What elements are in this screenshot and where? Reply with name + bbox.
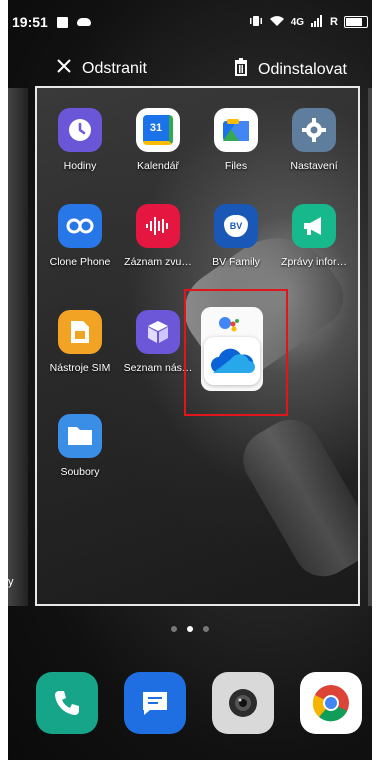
megaphone-icon — [292, 204, 336, 248]
calendar-date: 31 — [149, 122, 163, 134]
remove-label: Odstranit — [82, 59, 147, 77]
clock-icon — [58, 108, 102, 152]
messages-icon[interactable] — [124, 672, 186, 734]
wallpaper-golf-club-shaft — [232, 408, 358, 588]
page-dot[interactable] — [171, 626, 177, 632]
app-label: Soubory — [60, 466, 100, 478]
cloud-icon — [76, 18, 91, 26]
voice-recorder-icon — [136, 204, 180, 248]
app-voice-recorder[interactable]: Záznam zvu… — [120, 204, 196, 268]
page-indicator[interactable] — [0, 626, 380, 632]
app-files-folder[interactable]: Soubory — [42, 414, 118, 478]
previous-page-preview[interactable] — [8, 88, 28, 606]
uninstall-button[interactable]: Odinstalovat — [234, 58, 347, 81]
app-info-messages[interactable]: Zprávy infor… — [276, 204, 352, 268]
battery-icon — [344, 16, 368, 28]
app-files[interactable]: Files — [198, 108, 274, 172]
settings-icon — [292, 108, 336, 152]
dock — [36, 672, 362, 734]
app-label: Hodiny — [63, 160, 97, 172]
app-label: BV Family — [212, 256, 260, 268]
status-bar: 19:51 4G R — [12, 10, 368, 34]
home-screen-edit-mode: 19:51 4G R Odstranit Odinstalovat y Hodi… — [0, 0, 380, 760]
network-type: 4G — [290, 16, 305, 28]
app-label: Nástroje SIM — [49, 362, 111, 374]
app-clock[interactable]: Hodiny — [42, 108, 118, 172]
folder-icon — [58, 414, 102, 458]
app-settings[interactable]: Nastavení — [276, 108, 352, 172]
app-label: Zprávy infor… — [281, 256, 347, 268]
sim-toolkit-icon — [58, 310, 102, 354]
onedrive-icon — [204, 337, 260, 385]
cube-icon — [136, 310, 180, 354]
app-bv-family[interactable]: BV BV Family — [198, 204, 274, 268]
dragged-folder[interactable] — [201, 307, 263, 391]
bv-family-badge: BV — [229, 221, 243, 231]
uninstall-label: Odinstalovat — [258, 60, 347, 78]
google-assistant-icon — [219, 315, 241, 335]
files-icon — [214, 108, 258, 152]
app-sim-toolkit[interactable]: Nástroje SIM — [42, 310, 118, 374]
app-label: Záznam zvu… — [124, 256, 192, 268]
page-dot-active[interactable] — [187, 626, 193, 632]
app-label: Clone Phone — [49, 256, 111, 268]
phone-icon[interactable] — [36, 672, 98, 734]
edit-actions-bar: Odstranit Odinstalovat — [0, 58, 380, 86]
clock-time: 19:51 — [12, 14, 48, 30]
gallery-icon — [56, 16, 68, 28]
bv-family-icon: BV — [214, 204, 258, 248]
wifi-icon — [269, 15, 285, 30]
vibrate-icon — [249, 15, 263, 30]
chrome-icon[interactable] — [300, 672, 362, 734]
page-dot[interactable] — [203, 626, 209, 632]
app-label: Files — [224, 160, 248, 172]
app-clone-phone[interactable]: Clone Phone — [42, 204, 118, 268]
previous-page-label: y — [8, 576, 14, 588]
close-icon — [56, 58, 72, 79]
app-label: Kalendář — [136, 160, 180, 172]
app-calendar[interactable]: 31 Kalendář — [120, 108, 196, 172]
app-label: Nastavení — [290, 160, 338, 172]
camera-icon[interactable] — [212, 672, 274, 734]
signal-icon — [310, 14, 324, 30]
next-page-preview[interactable] — [368, 88, 372, 606]
remove-button[interactable]: Odstranit — [56, 58, 147, 79]
roaming-indicator: R — [330, 16, 338, 28]
trash-icon — [234, 58, 248, 81]
clone-phone-icon — [58, 204, 102, 248]
calendar-icon: 31 — [136, 108, 180, 152]
